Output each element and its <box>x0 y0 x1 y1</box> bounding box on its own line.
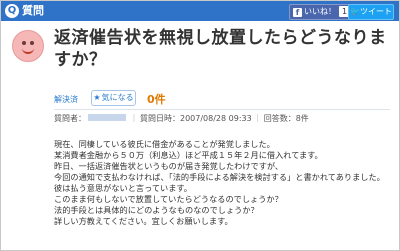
answer-count: 回答数：8件 <box>263 114 309 123</box>
question-meta: 質問者：｜質問日時：2007/08/28 09:33 ｜回答数：8件 <box>54 113 309 124</box>
facebook-like-button[interactable]: f いいね！ 1 <box>289 4 355 20</box>
avatar-eye-left <box>22 41 26 45</box>
star-icon: ★ <box>93 93 101 102</box>
twitter-bird-icon: 🐦 <box>350 7 360 16</box>
body-line: 法的手段とは具体的にどのようなものなのでしょうか？ <box>54 205 259 215</box>
separator: ｜ <box>253 114 262 123</box>
body-line: 彼は払う意思がないと言っています。 <box>54 183 192 193</box>
tweet-label: ツイート <box>359 7 392 16</box>
question-title: 返済催告状を無視し放置したらどうなりますか？ <box>54 28 387 70</box>
watch-button[interactable]: ★気になる <box>91 90 136 106</box>
body-line: このまま何もしないで放置していたらどうなるのでしょうか？ <box>54 194 283 204</box>
asker-label: 質問者： <box>54 114 86 123</box>
user-avatar-icon[interactable] <box>12 30 44 62</box>
separator: ｜ <box>130 114 138 123</box>
divider <box>54 109 390 110</box>
avatar-eye-right <box>30 41 34 45</box>
tweet-button[interactable]: 🐦ツイート <box>348 4 394 20</box>
body-line: 詳しい方教えてください。宜しくお願いします。 <box>54 216 233 226</box>
avatar-mouth <box>22 46 34 54</box>
resolved-status: 解決済 <box>54 95 78 104</box>
body-line: 昨日、一括返済催告状というものが届き発覚したわけですが、 <box>54 161 284 171</box>
body-line: 現在、同棲している彼氏に借金があることが発覚しました。 <box>54 139 275 149</box>
watch-count: 0件 <box>147 93 166 106</box>
like-label: いいね！ <box>304 7 336 16</box>
question-page: Q 質問 f いいね！ 1 🐦ツイート 返済催告状を無視し放置したらどうなりますか？… <box>0 0 400 251</box>
watch-label: 気になる <box>101 93 134 102</box>
facebook-icon: f <box>293 8 302 17</box>
date-label: 質問日時： <box>140 114 180 123</box>
body-line: 今回の通知で支払わなければ、「法的手段による解決を検討する」と書かれてありました… <box>54 172 385 182</box>
section-title: 質問 <box>22 4 44 17</box>
question-date: 2007/08/28 09:33 <box>180 114 252 123</box>
asker-name-link[interactable] <box>88 114 126 121</box>
question-icon: Q <box>5 4 19 18</box>
question-body: 現在、同棲している彼氏に借金があることが発覚しました。 某消費者金融から５０万（… <box>54 139 394 227</box>
body-line: 某消費者金融から５０万（利息込）ほど平成１５年２月に借入れてます。 <box>54 150 323 160</box>
header-bar: Q 質問 f いいね！ 1 🐦ツイート <box>1 1 399 21</box>
